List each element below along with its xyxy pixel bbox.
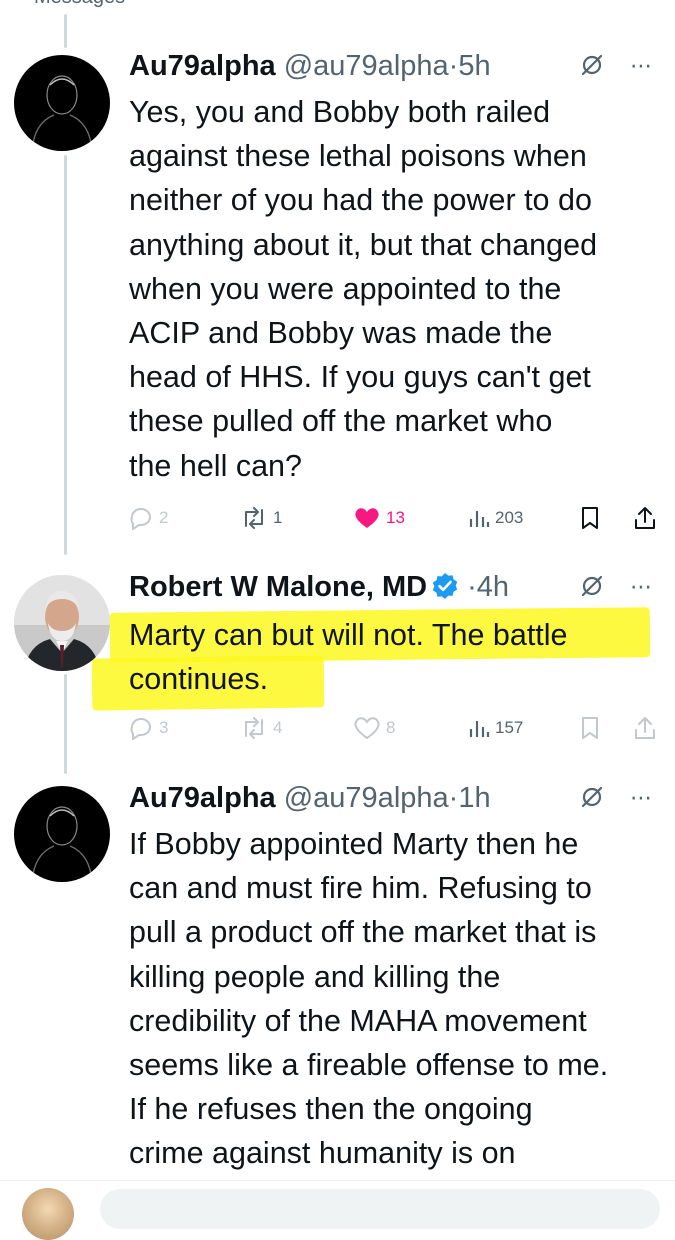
repost-icon [245,717,263,739]
handle[interactable]: @au79alpha [284,50,449,82]
reply-icon [130,508,151,530]
repost-icon [245,507,263,529]
tweet-header: Robert W Malone, MD ·4h ⋯ [129,569,655,605]
more-options-icon[interactable]: ⋯ [630,569,653,605]
reply-count: 2 [159,508,169,527]
avatar[interactable] [14,55,110,151]
views-icon [469,511,490,527]
timestamp[interactable]: 4h [477,571,509,603]
views-button[interactable]: 157 [468,708,523,748]
silhouette-avatar-icon [14,55,110,151]
share-button[interactable] [634,708,656,748]
grok-icon[interactable] [579,573,605,599]
repost-count: 4 [273,718,283,737]
heart-icon [354,717,380,740]
like-count: 13 [386,508,405,527]
repost-button[interactable]: 1 [240,498,282,538]
avatar[interactable] [22,1188,74,1240]
display-name[interactable]: Au79alpha [129,782,276,814]
like-count: 8 [386,718,396,737]
bookmark-icon [582,507,598,529]
tweet-text-line: when you were appointed to the [129,271,562,306]
tweet-text-line: pull a product off the market that is [129,915,597,950]
like-button[interactable]: 8 [353,708,395,748]
timestamp[interactable]: 1h [458,782,490,814]
tweet-actions: 2 1 13 203 [128,498,658,538]
tweet-text-line: If he refuses then the ongoing [129,1092,533,1127]
tweet-text-line: can and must fire him. Refusing to [129,871,592,906]
view-count: 157 [495,718,524,737]
tweet-text-line: the hell can? [129,448,302,483]
bookmark-icon [582,717,598,739]
reply-button[interactable]: 2 [128,498,168,538]
portrait-avatar-icon [14,575,110,671]
tweet-text-line: Yes, you and Bobby both railed [129,95,551,129]
separator-dot: · [467,571,477,603]
tweet[interactable]: Robert W Malone, MD ·4h ⋯ Marty can but … [0,545,675,760]
tweet-text-line: neither of you had the power to do [129,183,592,218]
tweet-text-line: credibility of the MAHA movement [129,1003,587,1038]
views-icon [469,721,490,737]
tweet-text-line: killing people and killing the [129,959,501,994]
tweet-text-line: head of HHS. If you guys can't get [129,360,591,395]
like-button[interactable]: 13 [353,498,405,538]
grok-icon[interactable] [579,784,605,810]
tweet-text-line: anything about it, but that changed [129,227,598,262]
tweet[interactable]: Au79alpha @au79alpha·1h ⋯ If Bobby appoi… [0,760,675,1180]
tweet[interactable]: Au79alpha @au79alpha·5h ⋯ Yes, you and B… [0,0,675,545]
silhouette-avatar-icon [14,786,110,882]
share-button[interactable] [634,498,656,538]
avatar[interactable] [14,786,110,882]
tweet-text: Yes, you and Bobby both railed against t… [129,90,664,488]
timestamp[interactable]: 5h [458,50,490,82]
tweet-text: If Bobby appointed Marty then he can and… [129,822,664,1176]
more-options-icon[interactable]: ⋯ [630,780,653,816]
tweet-text-line: continues. [129,662,269,697]
repost-button[interactable]: 4 [240,708,282,748]
grok-icon[interactable] [579,52,605,78]
separator-dot: · [448,782,459,814]
view-count: 203 [495,508,524,527]
tweet-header: Au79alpha @au79alpha·5h ⋯ [129,48,655,84]
tweet-text: Marty can but will not. The battle conti… [129,613,664,701]
tweet-text-line: ACIP and Bobby was made the [129,316,553,351]
share-icon [635,507,655,529]
tweet-text-line: these pulled off the market who [129,404,553,439]
tweet-actions: 3 4 8 157 [128,708,658,748]
avatar[interactable] [14,575,110,671]
reply-composer [0,1180,675,1240]
tweet-text-line: crime against humanity is on [129,1136,516,1171]
handle[interactable]: @au79alpha [284,782,449,814]
tweet-header: Au79alpha @au79alpha·1h ⋯ [129,780,655,816]
reply-button[interactable]: 3 [128,708,168,748]
reply-icon [130,718,151,740]
share-icon [635,717,655,739]
more-options-icon[interactable]: ⋯ [630,48,653,84]
bookmark-button[interactable] [580,498,600,538]
repost-count: 1 [273,508,283,527]
bookmark-button[interactable] [580,708,600,748]
views-button[interactable]: 203 [468,498,523,538]
reply-input[interactable] [100,1189,660,1229]
tweet-text-line: seems like a fireable offense to me. [129,1048,609,1083]
reply-count: 3 [159,718,169,737]
tweet-text-line: If Bobby appointed Marty then he [129,827,579,861]
display-name[interactable]: Au79alpha [129,50,276,82]
separator-dot: · [448,50,459,82]
heart-icon [355,508,379,528]
verified-badge-icon [432,573,458,599]
tweet-text-line: Marty can but will not. The battle [129,618,568,652]
tweet-text-line: against these lethal poisons when [129,139,587,174]
display-name[interactable]: Robert W Malone, MD [129,571,427,603]
